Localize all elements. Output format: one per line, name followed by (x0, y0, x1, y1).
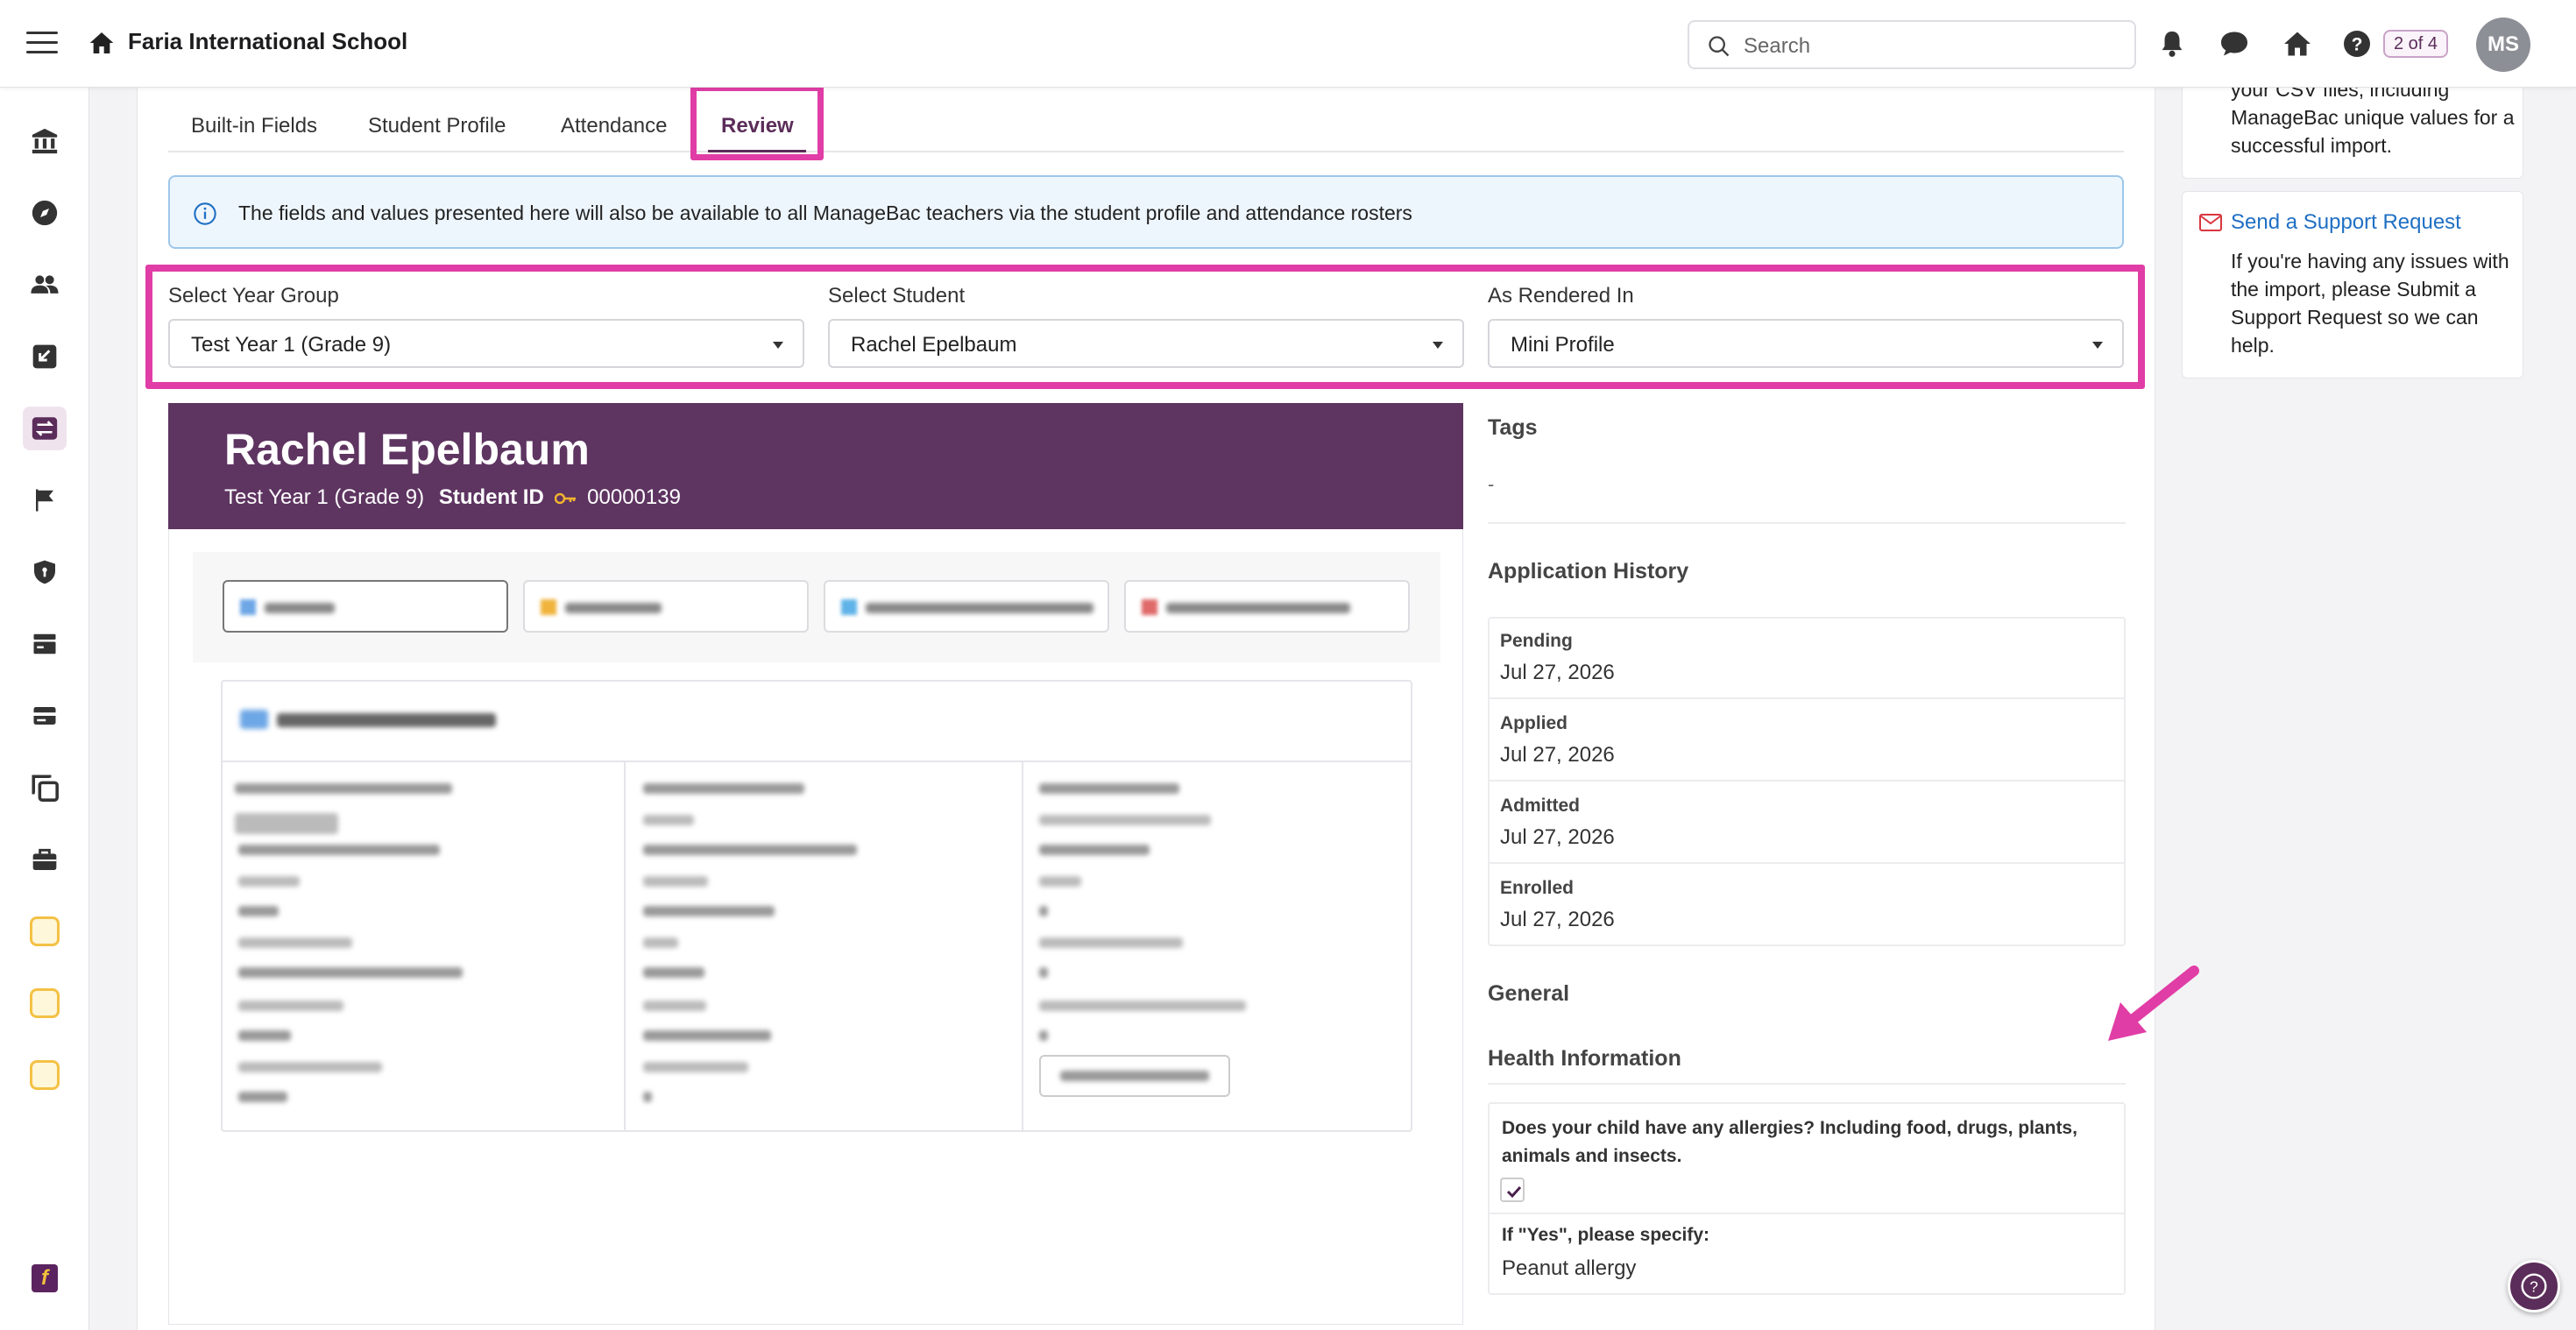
rendered-in-select[interactable]: Mini Profile (1488, 319, 2124, 368)
program-b-icon[interactable] (23, 981, 67, 1025)
help-icon: ? (2521, 1273, 2547, 1299)
history-label: Admitted (1500, 796, 1580, 816)
divider (1490, 1213, 2124, 1214)
preview-column-divider (624, 762, 626, 1130)
info-banner: The fields and values presented here wil… (168, 175, 2124, 249)
profile-name: Rachel Epelbaum (224, 425, 590, 474)
briefcase-icon[interactable] (23, 838, 67, 881)
history-label: Enrolled (1500, 878, 1575, 898)
svg-text:?: ? (2530, 1278, 2538, 1296)
history-date: Jul 27, 2026 (1500, 825, 1615, 849)
student-select[interactable]: Rachel Epelbaum (828, 319, 1464, 368)
history-label: Pending (1500, 631, 1573, 651)
preview-tab-behaviour (824, 580, 1109, 633)
home-icon[interactable] (88, 29, 116, 57)
profile-subtitle: Test Year 1 (Grade 9) Student ID 0000013… (224, 485, 681, 510)
program-a-icon[interactable] (23, 909, 67, 953)
student-id-label: Student ID (438, 485, 544, 509)
program-c-icon[interactable] (23, 1053, 67, 1097)
users-icon[interactable] (23, 263, 67, 307)
help-chat-button[interactable]: ? (2508, 1260, 2560, 1312)
divider (1488, 862, 2126, 864)
preview-tab-personalisation (1124, 580, 1410, 633)
school-name[interactable]: Faria International School (128, 28, 407, 55)
tags-value: - (1488, 473, 1495, 495)
mail-icon (2199, 214, 2222, 231)
chevron-down-icon (1433, 342, 1443, 349)
key-icon (555, 492, 577, 504)
divider (1488, 1083, 2126, 1085)
transfer-icon[interactable] (23, 407, 67, 450)
menu-icon[interactable] (26, 32, 58, 56)
search-icon (1709, 36, 1730, 57)
chevron-down-icon (2092, 342, 2103, 349)
check-icon (1506, 1185, 1522, 1199)
flag-icon[interactable] (23, 478, 67, 522)
history-date: Jul 27, 2026 (1500, 743, 1615, 767)
faria-logo[interactable]: f (32, 1264, 58, 1292)
allergy-specify-answer: Peanut allergy (1502, 1256, 1637, 1280)
tab-annotation-highlight (690, 85, 824, 160)
chat-icon[interactable] (2219, 28, 2250, 60)
top-bar: Faria International School Search ? 2 of… (0, 0, 2576, 88)
house-icon[interactable] (2282, 28, 2313, 60)
pager-badge[interactable]: 2 of 4 (2383, 30, 2449, 58)
year-group-label: Select Year Group (168, 284, 339, 308)
avatar[interactable]: MS (2476, 18, 2530, 72)
search-input[interactable]: Search (1688, 20, 2136, 69)
history-date: Jul 27, 2026 (1500, 908, 1615, 931)
year-group-select[interactable]: Test Year 1 (Grade 9) (168, 319, 804, 368)
preview-tab-portfolio (523, 580, 809, 633)
shield-icon[interactable] (23, 550, 67, 594)
search-placeholder: Search (1744, 34, 1811, 58)
profile-year: Test Year 1 (Grade 9) (224, 485, 425, 509)
allergy-specify-question: If "Yes", please specify: (1502, 1225, 1710, 1245)
tab-bar: Built-in Fields Student Profile Attendan… (168, 88, 2124, 152)
application-history-title: Application History (1488, 559, 1689, 584)
support-help-text: If you're having any issues with the imp… (2231, 250, 2509, 357)
preview-panel-header (221, 680, 1412, 762)
tags-title: Tags (1488, 415, 1538, 440)
rendered-in-label: As Rendered In (1488, 284, 1634, 308)
divider (1488, 780, 2126, 782)
allergy-checkbox[interactable] (1500, 1178, 1525, 1202)
allergy-question: Does your child have any allergies? Incl… (1502, 1118, 2077, 1166)
year-group-value: Test Year 1 (Grade 9) (191, 333, 392, 357)
general-title: General (1488, 981, 1570, 1006)
send-support-request-link[interactable]: Send a Support Request (2231, 210, 2461, 235)
info-banner-text: The fields and values presented here wil… (238, 202, 1412, 224)
help-icon[interactable]: ? (2341, 28, 2373, 60)
compass-icon[interactable] (23, 191, 67, 235)
tab-attendance[interactable]: Attendance (561, 114, 667, 138)
history-label: Applied (1500, 713, 1568, 733)
preview-column-divider (1022, 762, 1023, 1130)
student-id: 00000139 (587, 485, 681, 509)
bell-icon[interactable] (2157, 28, 2187, 60)
import-icon[interactable] (23, 335, 67, 378)
student-label: Select Student (828, 284, 966, 308)
divider (1488, 697, 2126, 699)
preview-tab-profile (223, 580, 508, 633)
tab-student-profile[interactable]: Student Profile (368, 114, 506, 138)
card-icon[interactable] (23, 622, 67, 666)
csv-help-text: your CSV files, including ManageBac uniq… (2231, 78, 2515, 157)
history-date: Jul 27, 2026 (1500, 661, 1615, 684)
svg-text:?: ? (2352, 35, 2363, 55)
annotation-arrow-icon (2108, 966, 2199, 1041)
divider (1488, 522, 2126, 524)
sidebar: f (0, 88, 89, 1330)
profile-header: Rachel Epelbaum Test Year 1 (Grade 9) St… (168, 403, 1463, 529)
copy-icon[interactable] (23, 766, 67, 810)
tab-built-in-fields[interactable]: Built-in Fields (191, 114, 317, 138)
health-information-title: Health Information (1488, 1046, 1681, 1071)
chevron-down-icon (773, 342, 783, 349)
id-card-icon[interactable] (23, 694, 67, 738)
info-icon (194, 202, 216, 225)
student-value: Rachel Epelbaum (851, 333, 1017, 357)
rendered-in-value: Mini Profile (1511, 333, 1615, 357)
bank-icon[interactable] (23, 119, 67, 163)
